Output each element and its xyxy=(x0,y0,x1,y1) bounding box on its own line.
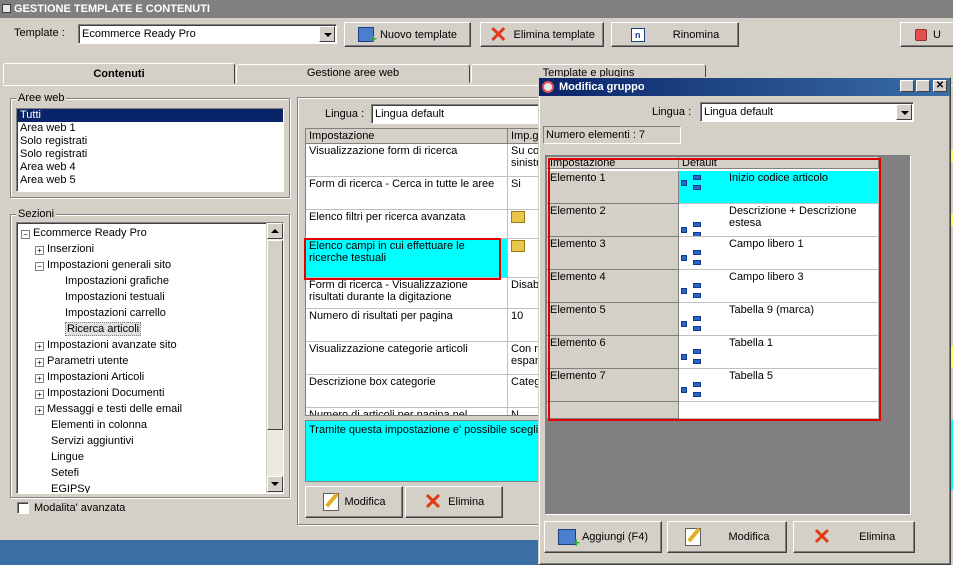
exit-button[interactable]: U xyxy=(900,22,953,47)
edit-element-button[interactable]: Modifica xyxy=(667,521,787,553)
list-item[interactable]: Area web 4 xyxy=(17,161,283,174)
table-row[interactable]: Form di ricerca - Visualizzazione risult… xyxy=(306,278,508,309)
list-item[interactable]: Solo registrati xyxy=(17,135,283,148)
tree-node[interactable]: + Inserzioni xyxy=(35,241,94,257)
tree-node[interactable]: + Impostazioni Articoli xyxy=(35,369,144,385)
table-row[interactable]: Visualizzazione form di ricerca xyxy=(306,144,508,177)
close-icon[interactable]: ✕ xyxy=(933,80,947,92)
delete-element-button[interactable]: ✕ Elimina xyxy=(793,521,915,553)
element-count: Numero elementi : 7 xyxy=(543,126,681,144)
minimize-icon[interactable] xyxy=(900,80,914,92)
tree-node[interactable]: Impostazioni carrello xyxy=(65,305,166,321)
scroll-thumb[interactable] xyxy=(267,240,283,430)
folder-icon xyxy=(511,211,525,223)
rename-button[interactable]: n Rinomina xyxy=(611,22,739,47)
expand-icon[interactable]: + xyxy=(35,406,44,415)
delete-icon: ✕ xyxy=(812,524,832,549)
template-select-value: Ecommerce Ready Pro xyxy=(82,28,196,40)
tree-node-selected[interactable]: Ricerca articoli xyxy=(65,321,142,337)
edit-setting-button[interactable]: Modifica xyxy=(305,486,403,518)
power-icon xyxy=(915,28,927,41)
chevron-down-icon[interactable] xyxy=(319,26,335,42)
tree-node[interactable]: Impostazioni grafiche xyxy=(65,273,169,289)
annotation-highlight xyxy=(548,158,881,421)
tree-node[interactable]: + Impostazioni avanzate sito xyxy=(35,337,177,353)
delete-icon: ✕ xyxy=(423,489,443,514)
tree-node[interactable]: + Impostazioni Documenti xyxy=(35,385,164,401)
edit-icon xyxy=(322,492,339,511)
expand-icon[interactable]: + xyxy=(35,358,44,367)
tree-node[interactable]: + Messaggi e testi delle email xyxy=(35,401,182,417)
aree-web-label: Aree web xyxy=(16,92,67,104)
tree-node[interactable]: Setefi xyxy=(51,465,79,481)
list-item[interactable]: Area web 5 xyxy=(17,174,283,187)
edit-icon xyxy=(684,527,701,546)
advanced-mode-label: Modalita' avanzata xyxy=(34,502,126,514)
tree-node[interactable]: − Ecommerce Ready Pro xyxy=(21,225,147,241)
lingua-select[interactable]: Lingua default xyxy=(371,104,543,124)
dialog-lingua-label: Lingua : xyxy=(652,106,692,118)
tree-node[interactable]: Lingue xyxy=(51,449,84,465)
window-title-bar: GESTIONE TEMPLATE E CONTENUTI xyxy=(0,0,953,18)
maximize-icon[interactable] xyxy=(916,80,930,92)
tree-node[interactable]: EGIPSy xyxy=(51,481,90,493)
table-row[interactable]: Visualizzazione categorie articoli xyxy=(306,342,508,375)
collapse-icon[interactable]: − xyxy=(21,230,30,239)
expand-icon[interactable]: + xyxy=(35,342,44,351)
tab-contenuti[interactable]: Contenuti xyxy=(3,63,235,84)
dialog-title-bar: Modifica gruppo ✕ xyxy=(539,78,950,96)
list-item[interactable]: Tutti xyxy=(17,109,283,122)
list-item[interactable]: Solo registrati xyxy=(17,148,283,161)
rename-icon: n xyxy=(630,27,645,42)
list-item[interactable]: Area web 1 xyxy=(17,122,283,135)
new-template-icon: + xyxy=(357,27,377,45)
advanced-mode-checkbox[interactable] xyxy=(17,502,29,514)
setting-description: Tramite questa impostazione e' possibile… xyxy=(305,420,543,482)
table-row[interactable]: Elenco filtri per ricerca avanzata xyxy=(306,210,508,239)
background-window-strip xyxy=(0,540,541,565)
expand-icon[interactable]: + xyxy=(35,390,44,399)
folder-icon xyxy=(511,240,525,252)
window-title: GESTIONE TEMPLATE E CONTENUTI xyxy=(14,3,210,15)
tree-scrollbar[interactable] xyxy=(266,223,283,493)
tree-node[interactable]: + Parametri utente xyxy=(35,353,128,369)
dialog-app-icon xyxy=(542,81,554,93)
tree-node[interactable]: Servizi aggiuntivi xyxy=(51,433,134,449)
collapse-icon[interactable]: − xyxy=(35,262,44,271)
chevron-down-icon[interactable] xyxy=(896,104,912,120)
lingua-label: Lingua : xyxy=(325,108,365,120)
column-header: Impostazione xyxy=(306,129,508,144)
scroll-up-icon[interactable] xyxy=(267,223,283,239)
expand-icon[interactable]: + xyxy=(35,246,44,255)
new-template-button[interactable]: + Nuovo template xyxy=(344,22,471,47)
table-row[interactable]: Numero di risultati per pagina xyxy=(306,309,508,342)
delete-icon: ✕ xyxy=(489,21,508,47)
app-icon xyxy=(2,4,11,13)
template-select[interactable]: Ecommerce Ready Pro xyxy=(78,24,337,44)
tree-node[interactable]: − Impostazioni generali sito xyxy=(35,257,171,273)
add-icon: + xyxy=(557,529,580,549)
sezioni-tree[interactable]: − Ecommerce Ready Pro + Inserzioni − Impost… xyxy=(16,222,284,494)
template-label: Template : xyxy=(14,27,65,39)
expand-icon[interactable]: + xyxy=(35,374,44,383)
sezioni-label: Sezioni xyxy=(16,208,57,220)
table-row[interactable]: Descrizione box categorie xyxy=(306,375,508,408)
annotation-highlight xyxy=(304,238,501,280)
aree-web-list[interactable]: Tutti Area web 1 Solo registrati Solo re… xyxy=(16,108,284,192)
delete-template-button[interactable]: ✕ Elimina template xyxy=(480,22,604,47)
dialog-title: Modifica gruppo xyxy=(559,81,645,93)
scroll-down-icon[interactable] xyxy=(267,476,283,492)
table-row[interactable]: Form di ricerca - Cerca in tutte le aree xyxy=(306,177,508,210)
delete-setting-button[interactable]: ✕ Elimina xyxy=(405,486,503,518)
tab-gestione-aree-web[interactable]: Gestione aree web xyxy=(236,64,470,83)
table-row[interactable]: Numero di articoli per pagina nel catalo… xyxy=(306,408,508,415)
tree-node[interactable]: Elementi in colonna xyxy=(51,417,147,433)
add-element-button[interactable]: + Aggiungi (F4) xyxy=(544,521,662,553)
modifica-gruppo-dialog: Modifica gruppo ✕ Lingua : Lingua defaul… xyxy=(538,77,951,565)
dialog-lingua-select[interactable]: Lingua default xyxy=(700,102,914,122)
tree-node[interactable]: Impostazioni testuali xyxy=(65,289,165,305)
